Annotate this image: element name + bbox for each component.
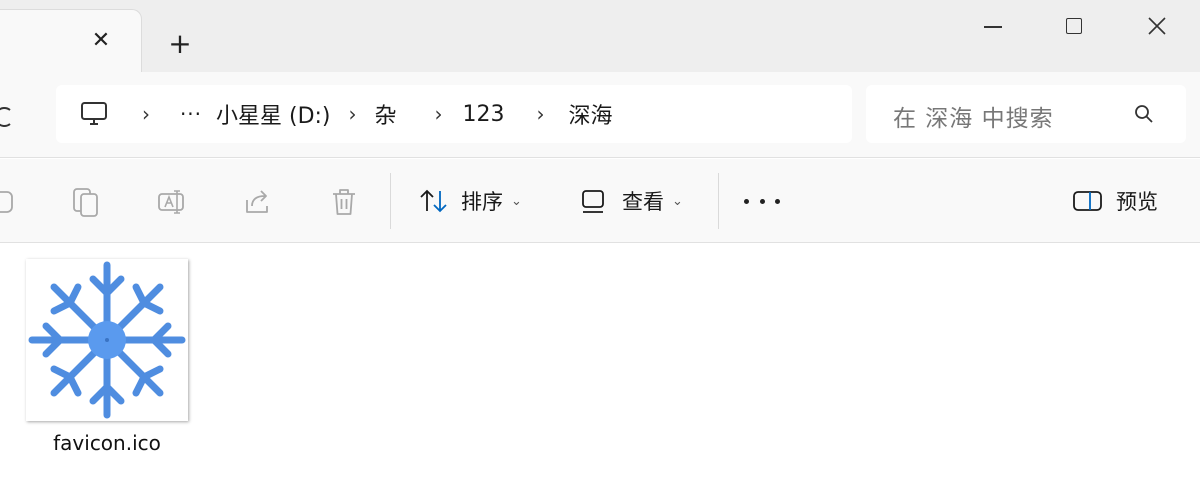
command-bar: 排序 ⌄ 查看 ⌄ 预览 [0, 159, 1200, 243]
chevron-down-icon: ⌄ [672, 193, 683, 209]
refresh-icon[interactable] [0, 102, 18, 132]
breadcrumb-folder-za[interactable]: 杂 [375, 98, 397, 130]
minimize-button[interactable] [970, 8, 1016, 44]
this-pc-icon[interactable] [80, 101, 108, 127]
more-dot [744, 198, 749, 204]
address-bar[interactable]: › ··· 小星星 (D:) › 杂 › 123 › 深海 [56, 85, 852, 143]
tab-current[interactable]: ✕ [0, 9, 142, 72]
close-icon [1148, 17, 1166, 35]
breadcrumb-folder-current[interactable]: 深海 [569, 98, 613, 130]
more-dot [775, 198, 780, 204]
breadcrumb-folder-123[interactable]: 123 [463, 102, 505, 127]
preview-pane-icon [1073, 191, 1102, 211]
breadcrumb-separator[interactable]: › [124, 102, 168, 126]
file-list-area[interactable]: favicon.ico [0, 243, 1200, 482]
view-button[interactable]: 查看 ⌄ [580, 181, 683, 221]
preview-pane-button[interactable]: 预览 [1072, 181, 1158, 221]
search-placeholder[interactable]: 在 深海 中搜索 [893, 99, 1054, 133]
sort-label: 排序 [461, 190, 503, 214]
minimize-icon [984, 26, 1002, 28]
cut-icon[interactable] [0, 186, 16, 218]
sort-button[interactable]: 排序 ⌄ [419, 181, 522, 221]
view-label: 查看 [622, 190, 664, 214]
preview-label: 预览 [1116, 190, 1158, 214]
more-dot [759, 198, 765, 204]
close-window-button[interactable] [1134, 8, 1180, 44]
file-thumbnail[interactable] [26, 259, 188, 421]
rename-icon[interactable] [157, 186, 187, 218]
sort-icon [420, 189, 447, 213]
file-name[interactable]: favicon.ico [22, 431, 192, 455]
breadcrumb-more-button[interactable]: ··· [168, 102, 214, 126]
more-options-button[interactable] [744, 181, 780, 221]
breadcrumb-separator[interactable]: › [331, 102, 375, 126]
snowflake-icon [28, 261, 186, 419]
address-row: › ··· 小星星 (D:) › 杂 › 123 › 深海 在 深海 中搜索 [0, 72, 1200, 158]
search-box[interactable]: 在 深海 中搜索 [866, 85, 1186, 143]
maximize-icon [1066, 18, 1082, 34]
breadcrumb-drive[interactable]: 小星星 (D:) [216, 98, 331, 130]
share-icon[interactable] [243, 186, 273, 218]
breadcrumb-separator[interactable]: › [519, 102, 563, 126]
delete-icon[interactable] [329, 186, 359, 218]
breadcrumb-separator[interactable]: › [417, 102, 461, 126]
tab-close-icon[interactable]: ✕ [88, 28, 114, 54]
title-bar: ✕ + [0, 0, 1200, 72]
chevron-down-icon: ⌄ [511, 193, 522, 209]
file-explorer-window: ✕ + › ··· 小星星 (D:) › 杂 › 123 › 深海 在 深海 中… [0, 0, 1200, 482]
copy-icon[interactable] [71, 186, 101, 218]
toolbar-divider [390, 173, 391, 229]
toolbar-divider [718, 173, 719, 229]
view-icon [582, 190, 604, 213]
new-tab-button[interactable]: + [164, 28, 196, 60]
maximize-button[interactable] [1051, 8, 1097, 44]
search-icon[interactable] [1134, 104, 1154, 124]
file-item[interactable]: favicon.ico [22, 259, 192, 459]
